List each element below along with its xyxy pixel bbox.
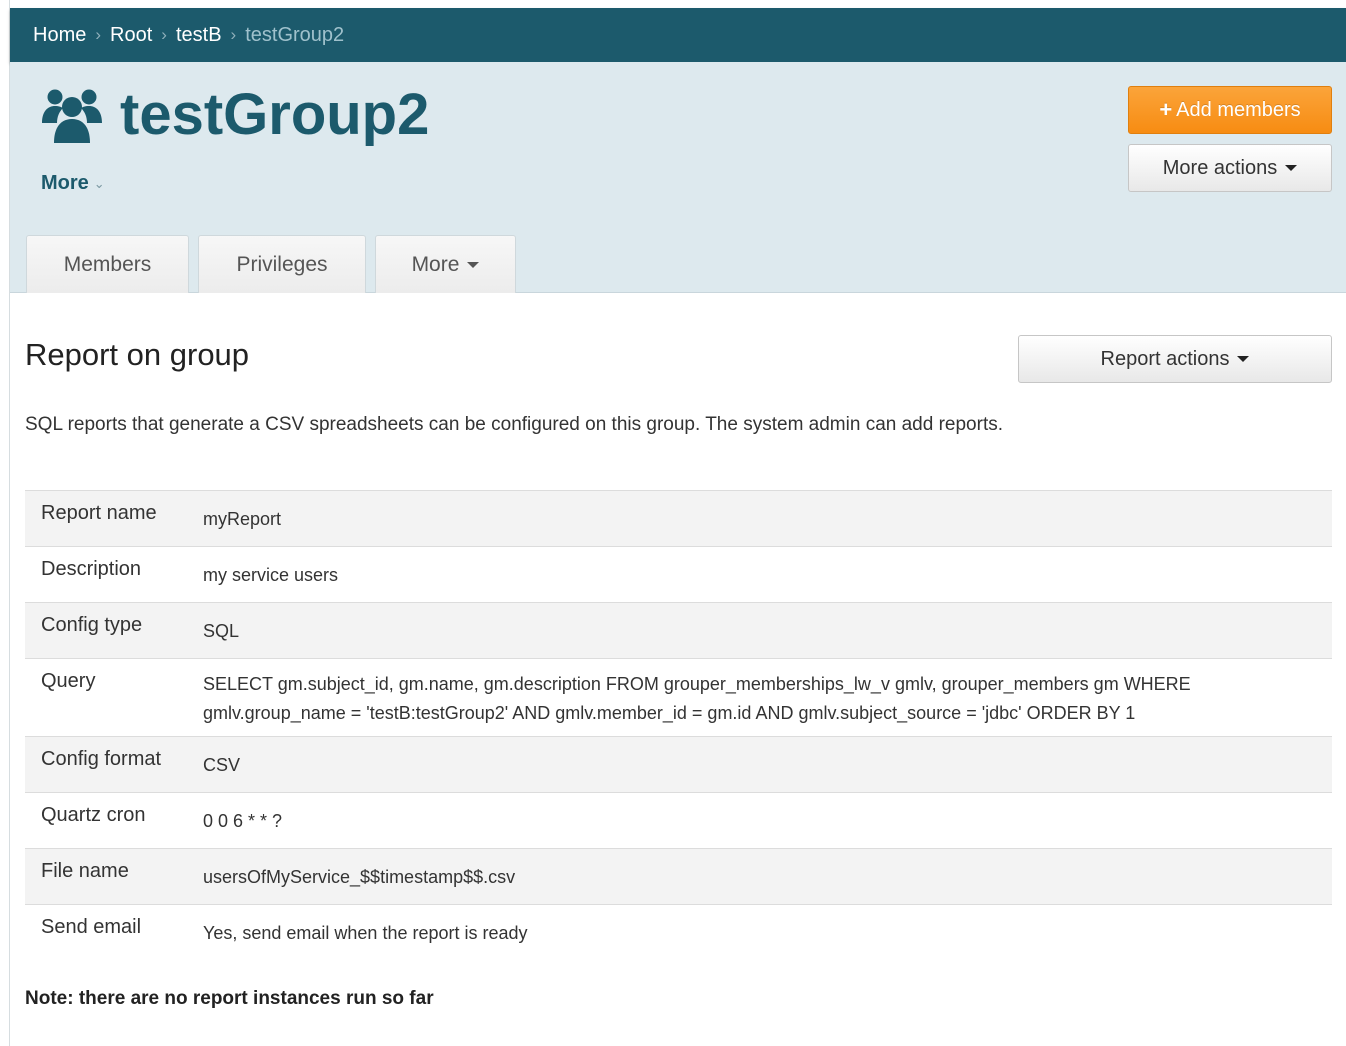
- more-label: More: [41, 172, 89, 194]
- breadcrumb-separator: ›: [230, 25, 237, 44]
- table-row: Send email Yes, send email when the repo…: [25, 904, 1332, 961]
- row-value: CSV: [203, 755, 241, 775]
- row-label: Query: [41, 670, 96, 692]
- report-actions-label: Report actions: [1100, 347, 1230, 370]
- row-value: 0 0 6 * * ?: [203, 811, 283, 831]
- row-label: Config format: [41, 748, 162, 770]
- users-icon: [42, 89, 102, 143]
- table-row: Config type SQL: [25, 602, 1332, 659]
- caret-down-icon: [467, 261, 480, 268]
- report-config-table: Report name myReport Description my serv…: [25, 490, 1332, 961]
- caret-down-icon: [1285, 165, 1298, 171]
- plus-icon: +: [1159, 97, 1173, 122]
- row-label: Description: [41, 558, 142, 580]
- breadcrumb: Home › Root › testB › testGroup2: [10, 8, 1346, 62]
- group-header: testGroup2 More ⌄ + Add members More act…: [10, 62, 1346, 293]
- row-label: Config type: [41, 614, 143, 636]
- row-label: Report name: [41, 502, 157, 524]
- breadcrumb-separator: ›: [95, 25, 102, 44]
- tab-privileges-label: Privileges: [236, 252, 328, 276]
- row-label: File name: [41, 860, 129, 882]
- row-value: usersOfMyService_$$timestamp$$.csv: [203, 867, 516, 887]
- table-row: File name usersOfMyService_$$timestamp$$…: [25, 848, 1332, 905]
- add-members-button[interactable]: + Add members: [1128, 86, 1332, 134]
- table-row: Quartz cron 0 0 6 * * ?: [25, 792, 1332, 849]
- page: Home › Root › testB › testGroup2 testGro…: [0, 0, 1346, 1046]
- section-title: Report on group: [25, 337, 250, 372]
- table-row: Report name myReport: [25, 490, 1332, 547]
- tab-members[interactable]: Members: [26, 235, 189, 293]
- table-row: Description my service users: [25, 546, 1332, 603]
- tab-more-label: More: [411, 252, 460, 276]
- caret-down-icon: [1237, 356, 1250, 362]
- more-dropdown[interactable]: More ⌄: [41, 172, 105, 195]
- more-actions-label: More actions: [1162, 156, 1278, 179]
- breadcrumb-current: testGroup2: [245, 23, 345, 46]
- page-title: testGroup2: [40, 82, 429, 148]
- more-actions-button[interactable]: More actions: [1128, 144, 1332, 192]
- breadcrumb-root[interactable]: Root: [110, 24, 152, 47]
- group-name: testGroup2: [120, 82, 430, 147]
- report-actions-button[interactable]: Report actions: [1018, 335, 1332, 383]
- breadcrumb-testb[interactable]: testB: [176, 24, 222, 47]
- row-value: Yes, send email when the report is ready: [203, 923, 528, 943]
- breadcrumb-separator: ›: [161, 25, 167, 44]
- breadcrumb-home[interactable]: Home: [33, 24, 86, 47]
- table-row: Query SELECT gm.subject_id, gm.name, gm.…: [25, 658, 1332, 737]
- table-row: Config format CSV: [25, 736, 1332, 793]
- row-value: SQL: [203, 621, 240, 641]
- add-members-label: Add members: [1176, 98, 1301, 121]
- tab-members-label: Members: [63, 252, 152, 276]
- row-value: my service users: [203, 565, 339, 585]
- row-value: SELECT gm.subject_id, gm.name, gm.descri…: [203, 674, 1191, 723]
- no-instances-note: Note: there are no report instances run …: [25, 988, 434, 1009]
- intro-text: SQL reports that generate a CSV spreadsh…: [25, 414, 1004, 435]
- left-border: [0, 0, 10, 1046]
- row-label: Send email: [41, 916, 142, 938]
- tab-more[interactable]: More: [375, 235, 516, 293]
- row-value: myReport: [203, 509, 282, 529]
- tab-privileges[interactable]: Privileges: [198, 235, 366, 293]
- chevron-down-icon: ⌄: [93, 175, 105, 191]
- row-label: Quartz cron: [41, 804, 146, 826]
